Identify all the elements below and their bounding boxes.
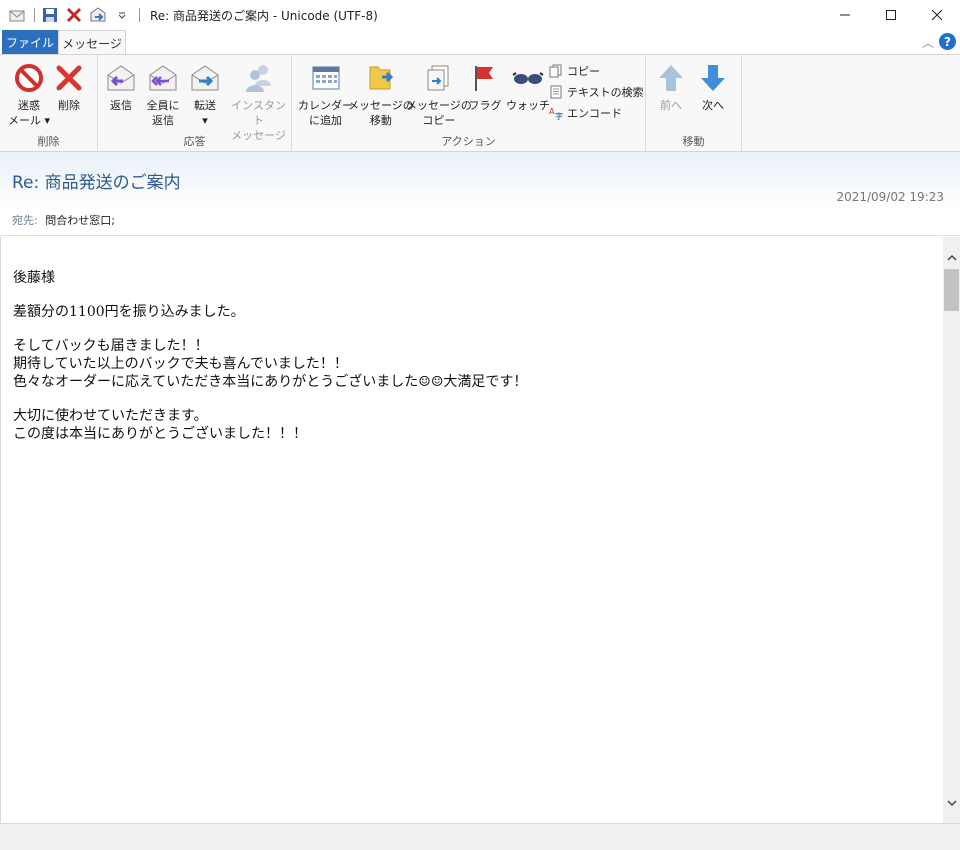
scroll-up-icon[interactable] (943, 249, 960, 266)
copy-message-button[interactable]: メッセージの コピー (406, 61, 472, 128)
body-line: そしてバックも届きました！！ (13, 338, 209, 354)
arrow-up-icon (654, 61, 688, 95)
scroll-down-icon[interactable] (943, 794, 960, 811)
encode-button[interactable]: A字 エンコード (548, 103, 622, 123)
close-button[interactable] (914, 0, 960, 30)
recipient-row: 宛先: 問合わせ窓口; (12, 212, 115, 228)
body-greeting: 後藤様 (13, 270, 55, 286)
ribbon: 迷惑 メール ▾ 削除 削除 返信 全員に 返信 転送 ▾ インスタント メッセ… (0, 54, 960, 152)
body-line: この度は本当にありがとうございました！！！ (13, 426, 307, 442)
message-date: 2021/09/02 19:23 (836, 190, 944, 204)
to-label: 宛先: (12, 214, 38, 227)
group-navigate: 前へ 次へ 移動 (646, 55, 742, 152)
body-line: 差額分の1100円を振り込みました。 (13, 304, 245, 320)
glasses-icon (511, 61, 545, 95)
body-line: 期待していた以上のバックで夫も喜んでいました！！ (13, 356, 348, 372)
message-body: 後藤様 差額分の1100円を振り込みました。 そしてバックも届きました！！ 期待… (13, 269, 527, 443)
group-label-navigate: 移動 (682, 135, 705, 148)
flag-button[interactable]: フラグ (468, 61, 502, 113)
forward-button[interactable]: 転送 ▾ (188, 61, 222, 128)
body-line: 色々なオーダーに応えていただき本当にありがとうございました☺☺大満足です！ (13, 374, 528, 390)
help-icon[interactable]: ? (939, 33, 956, 50)
message-subject: Re: 商品発送のご案内 (12, 173, 181, 193)
scrollbar-thumb[interactable] (944, 269, 959, 311)
window-controls (822, 0, 960, 30)
instant-message-button[interactable]: インスタント メッセージ (226, 61, 291, 143)
document-copy-icon (422, 61, 456, 95)
reply-all-button[interactable]: 全員に 返信 (146, 61, 180, 128)
quick-access-toolbar (0, 0, 146, 30)
forward-icon (188, 61, 222, 95)
qat-dropdown-icon[interactable] (113, 6, 131, 24)
message-header: Re: 商品発送のご案内 2021/09/02 19:23 宛先: 問合わせ窓口… (0, 152, 960, 236)
arrow-down-icon (696, 61, 730, 95)
to-value[interactable]: 問合わせ窓口; (45, 214, 115, 227)
tab-file[interactable]: ファイル (2, 30, 58, 54)
move-message-button[interactable]: メッセージの 移動 (348, 61, 414, 128)
separator (139, 8, 140, 22)
copy-button[interactable]: コピー (548, 61, 600, 81)
encoding-icon: A字 (548, 105, 564, 121)
body-line: 大切に使わせていただきます。 (13, 408, 208, 424)
delete-x-icon (52, 61, 86, 95)
status-bar (0, 823, 960, 850)
find-text-button[interactable]: テキストの検索 (548, 82, 644, 102)
reply-button[interactable]: 返信 (104, 61, 138, 113)
svg-text:字: 字 (555, 111, 563, 120)
tab-message[interactable]: メッセージ (58, 30, 126, 55)
flag-icon (468, 61, 502, 95)
separator (34, 8, 35, 22)
mail-forward-icon[interactable] (89, 6, 107, 24)
title-bar: Re: 商品発送のご案内 - Unicode (UTF-8) (0, 0, 960, 30)
copy-icon (548, 63, 564, 79)
group-label-delete: 削除 (37, 135, 60, 148)
maximize-button[interactable] (868, 0, 914, 30)
vertical-scrollbar[interactable] (943, 237, 960, 823)
people-icon (242, 61, 276, 95)
save-icon[interactable] (41, 6, 59, 24)
mail-icon (8, 6, 26, 24)
watch-button[interactable]: ウォッチ (506, 61, 550, 113)
group-label-respond: 応答 (183, 135, 206, 148)
group-action: カレンダー に追加 メッセージの 移動 メッセージの コピー フラグ ウォッチ (292, 55, 646, 152)
no-entry-icon (12, 61, 46, 95)
group-respond: 返信 全員に 返信 転送 ▾ インスタント メッセージ 応答 (98, 55, 292, 152)
next-button[interactable]: 次へ (696, 61, 730, 113)
delete-icon[interactable] (65, 6, 83, 24)
delete-button[interactable]: 削除 (52, 61, 86, 113)
reply-all-icon (146, 61, 180, 95)
message-body-pane[interactable]: 後藤様 差額分の1100円を振り込みました。 そしてバックも届きました！！ 期待… (0, 237, 943, 823)
minimize-button[interactable] (822, 0, 868, 30)
previous-button[interactable]: 前へ (654, 61, 688, 113)
group-delete: 迷惑 メール ▾ 削除 削除 (0, 55, 98, 152)
junk-mail-button[interactable]: 迷惑 メール ▾ (8, 61, 50, 128)
add-to-calendar-button[interactable]: カレンダー に追加 (298, 61, 353, 128)
text-document-icon (548, 84, 564, 100)
reply-icon (104, 61, 138, 95)
window-title: Re: 商品発送のご案内 - Unicode (UTF-8) (150, 8, 378, 23)
folder-move-icon (364, 61, 398, 95)
calendar-icon (309, 61, 343, 95)
ribbon-tabs: ファイル メッセージ ︿ ? (0, 30, 960, 55)
group-label-action: アクション (441, 135, 496, 148)
collapse-ribbon-icon[interactable]: ︿ (922, 34, 934, 51)
